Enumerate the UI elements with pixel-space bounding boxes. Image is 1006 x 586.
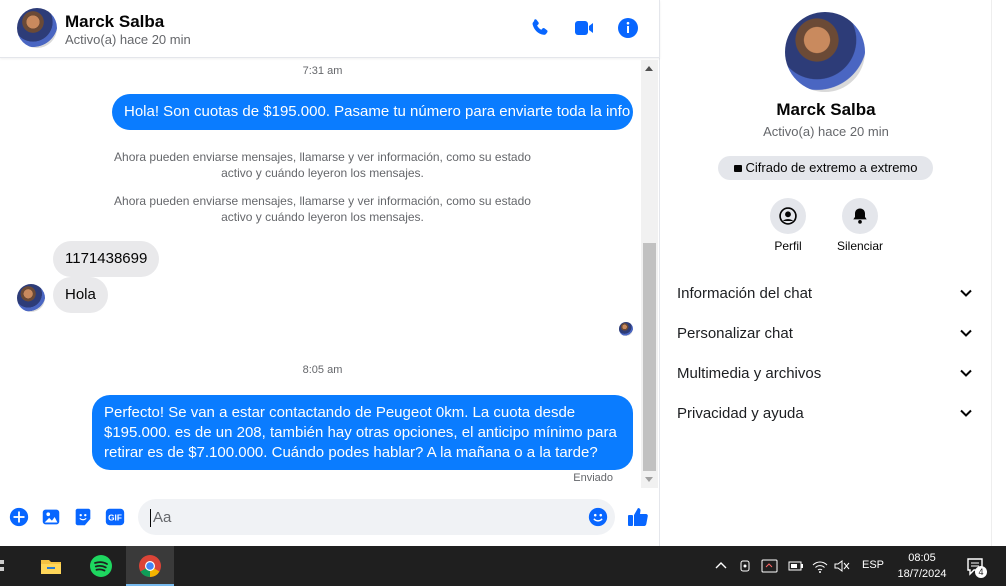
section-privacy-help[interactable]: Privacidad y ayuda: [677, 398, 977, 430]
wifi-icon[interactable]: [811, 558, 829, 574]
sticker-icon[interactable]: [72, 506, 94, 528]
profile-button[interactable]: [770, 198, 806, 234]
section-label: Privacidad y ayuda: [677, 405, 804, 422]
info-icon[interactable]: [616, 16, 640, 40]
gif-icon[interactable]: GIF: [104, 506, 126, 528]
chrome-icon[interactable]: [138, 554, 162, 578]
scroll-up-arrow[interactable]: [645, 66, 653, 71]
svg-text:GIF: GIF: [108, 514, 122, 523]
notification-count-badge: 4: [975, 566, 987, 578]
e2e-badge[interactable]: Cifrado de extremo a extremo: [718, 156, 933, 180]
plus-icon[interactable]: [8, 506, 30, 528]
profile-avatar[interactable]: [785, 12, 865, 92]
system-notice: Ahora pueden enviarse mensajes, llamarse…: [114, 150, 531, 180]
contact-avatar[interactable]: [17, 8, 57, 48]
system-clock[interactable]: 08:05 18/7/2024: [890, 550, 954, 582]
section-label: Personalizar chat: [677, 325, 793, 342]
section-media-files[interactable]: Multimedia y archivos: [677, 358, 977, 390]
windows-taskbar: ESP 08:05 18/7/2024 4: [0, 546, 1006, 586]
message-incoming[interactable]: 1171438699: [53, 241, 160, 277]
spotify-icon[interactable]: [89, 554, 113, 578]
sender-avatar: [17, 284, 45, 312]
contact-status: Activo(a) hace 20 min: [65, 32, 191, 47]
chevron-down-icon: [960, 369, 972, 377]
section-customize-chat[interactable]: Personalizar chat: [677, 318, 977, 350]
lock-icon: [733, 165, 742, 172]
chevron-up-icon[interactable]: [713, 558, 729, 574]
profile-status: Activo(a) hace 20 min: [763, 124, 889, 139]
mute-label: Silenciar: [836, 239, 884, 253]
timestamp: 7:31 am: [302, 65, 343, 77]
task-view-icon[interactable]: [0, 554, 10, 578]
app-tray-icon[interactable]: [761, 558, 779, 574]
chat-scrollbar[interactable]: [641, 60, 658, 488]
file-explorer-icon[interactable]: [39, 554, 63, 578]
system-notice: Ahora pueden enviarse mensajes, llamarse…: [114, 194, 531, 224]
sent-status: Enviado: [573, 472, 613, 484]
profile-label: Perfil: [774, 239, 802, 253]
battery-icon[interactable]: [786, 558, 804, 574]
video-call-icon[interactable]: [572, 16, 596, 40]
page-scrollbar[interactable]: [991, 0, 1006, 546]
chat-pane: Marck Salba Activo(a) hace 20 min 7:31 a…: [0, 0, 660, 546]
message-incoming[interactable]: Hola: [53, 277, 108, 313]
e2e-label: Cifrado de extremo a extremo: [745, 160, 918, 175]
camera-tray-icon[interactable]: [738, 558, 754, 574]
seen-indicator-avatar: [619, 322, 633, 336]
chat-header: Marck Salba Activo(a) hace 20 min: [0, 0, 660, 58]
scroll-thumb[interactable]: [643, 243, 656, 471]
chevron-down-icon: [960, 289, 972, 297]
scroll-down-arrow[interactable]: [645, 477, 653, 482]
section-chat-info[interactable]: Información del chat: [677, 278, 977, 310]
emoji-icon[interactable]: [587, 506, 609, 528]
photo-icon[interactable]: [40, 506, 62, 528]
profile-name: Marck Salba: [776, 100, 876, 119]
clock-time: 08:05: [908, 552, 936, 564]
phone-call-icon[interactable]: [528, 16, 552, 40]
message-list: 7:31 am Hola! Son cuotas de $195.000. Pa…: [0, 58, 640, 488]
bell-icon: [853, 208, 867, 224]
clock-date: 18/7/2024: [897, 568, 947, 580]
message-input-placeholder: Aa: [150, 509, 171, 527]
composer: GIF Aa: [0, 492, 660, 546]
volume-muted-icon[interactable]: [833, 558, 851, 574]
profile-icon: [779, 207, 797, 225]
message-outgoing[interactable]: Perfecto! Se van a estar contactando de …: [92, 395, 633, 470]
section-label: Multimedia y archivos: [677, 365, 822, 382]
mute-button[interactable]: [842, 198, 878, 234]
message-outgoing[interactable]: Hola! Son cuotas de $195.000. Pasame tu …: [112, 94, 633, 130]
chevron-down-icon: [960, 409, 972, 417]
message-input[interactable]: Aa: [138, 499, 615, 535]
messenger-window: Marck Salba Activo(a) hace 20 min 7:31 a…: [0, 0, 1006, 546]
timestamp: 8:05 am: [302, 364, 343, 376]
like-icon[interactable]: [626, 505, 650, 529]
details-panel: Marck Salba Activo(a) hace 20 min Cifrad…: [661, 0, 991, 546]
language-indicator[interactable]: ESP: [862, 559, 884, 571]
contact-name[interactable]: Marck Salba: [65, 12, 164, 32]
section-label: Información del chat: [677, 285, 813, 302]
chevron-down-icon: [960, 329, 972, 337]
